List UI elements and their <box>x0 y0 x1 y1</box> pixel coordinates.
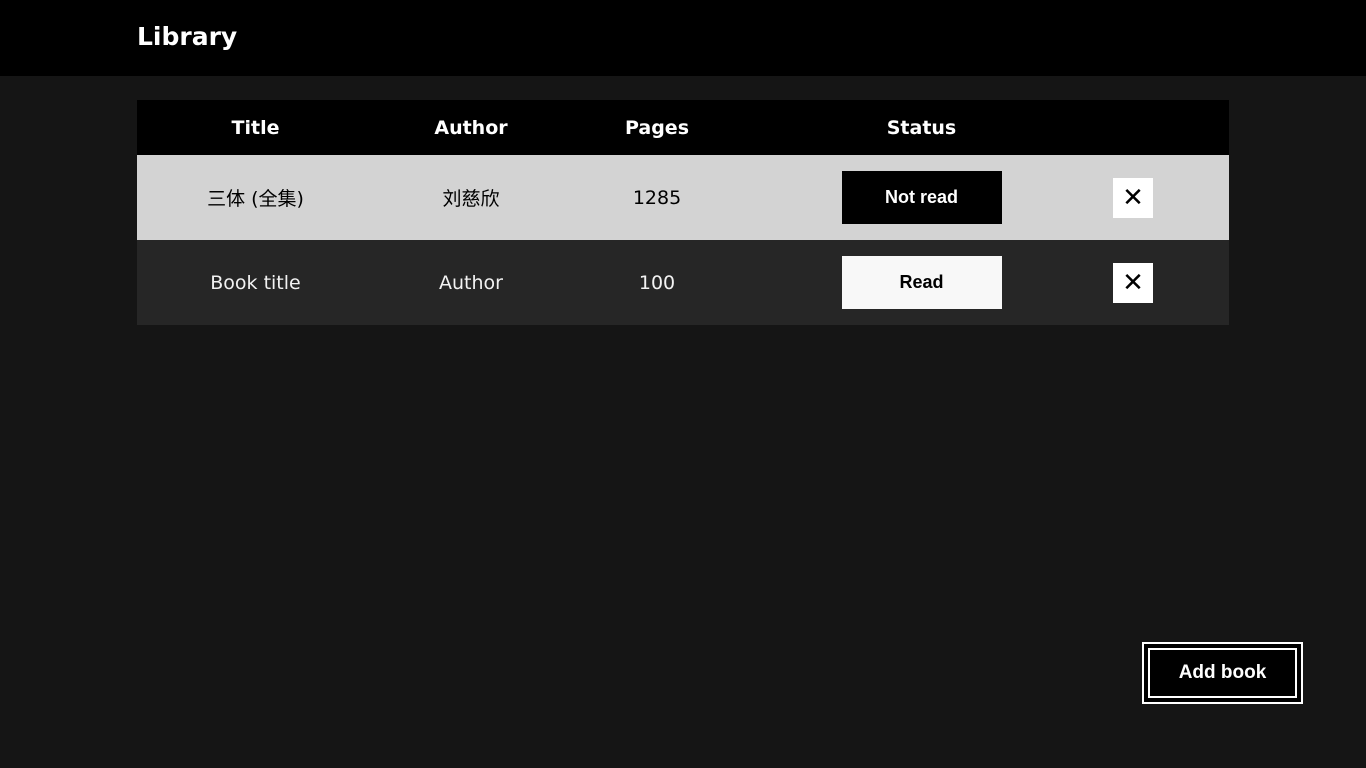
table-row: 三体 (全集) 刘慈欣 1285 Not read ✕ <box>137 155 1229 240</box>
books-table: Title Author Pages Status 三体 (全集) 刘慈欣 12… <box>137 100 1229 325</box>
top-bar: Library <box>0 0 1366 76</box>
close-icon: ✕ <box>1122 267 1144 298</box>
add-book-button[interactable]: Add book <box>1142 642 1303 704</box>
book-author: Author <box>374 240 568 325</box>
column-header-author: Author <box>374 100 568 155</box>
book-title: 三体 (全集) <box>137 155 374 240</box>
table-row: Book title Author 100 Read ✕ <box>137 240 1229 325</box>
column-header-actions <box>1097 100 1229 155</box>
book-pages: 100 <box>568 240 746 325</box>
column-header-pages: Pages <box>568 100 746 155</box>
status-toggle-button[interactable]: Read <box>841 256 1002 309</box>
book-status-cell: Read <box>746 240 1097 325</box>
column-header-title: Title <box>137 100 374 155</box>
column-header-status: Status <box>746 100 1097 155</box>
table-header-row: Title Author Pages Status <box>137 100 1229 155</box>
delete-cell: ✕ <box>1097 240 1229 325</box>
book-title: Book title <box>137 240 374 325</box>
book-author: 刘慈欣 <box>374 155 568 240</box>
close-icon: ✕ <box>1122 182 1144 213</box>
delete-cell: ✕ <box>1097 155 1229 240</box>
delete-book-button[interactable]: ✕ <box>1113 177 1153 218</box>
page-title: Library <box>137 22 238 51</box>
status-toggle-button[interactable]: Not read <box>841 171 1002 224</box>
delete-book-button[interactable]: ✕ <box>1113 262 1153 303</box>
book-pages: 1285 <box>568 155 746 240</box>
book-status-cell: Not read <box>746 155 1097 240</box>
